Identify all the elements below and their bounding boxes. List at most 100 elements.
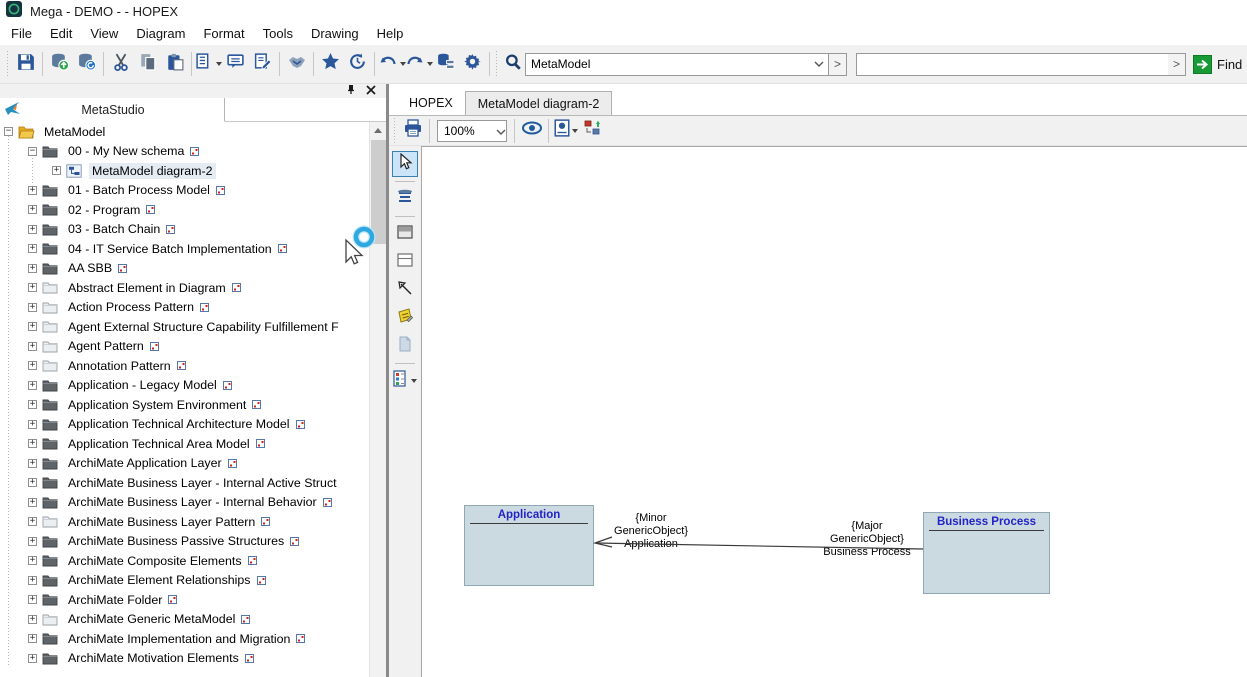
- tree-item[interactable]: −MetaModel: [0, 122, 369, 142]
- expand-icon[interactable]: +: [28, 420, 37, 429]
- tree-item[interactable]: +ArchiMate Composite Elements: [0, 551, 369, 571]
- comment-button[interactable]: [222, 51, 249, 78]
- menu-item-format[interactable]: Format: [194, 23, 253, 44]
- tree-item[interactable]: +ArchiMate Element Relationships: [0, 571, 369, 591]
- scroll-tool-button[interactable]: [392, 186, 418, 212]
- expand-icon[interactable]: +: [28, 264, 37, 273]
- settings-button[interactable]: [459, 51, 486, 78]
- expand-icon[interactable]: +: [28, 225, 37, 234]
- menu-item-edit[interactable]: Edit: [41, 23, 81, 44]
- tree-item[interactable]: +01 - Batch Process Model: [0, 181, 369, 201]
- tree-item[interactable]: +ArchiMate Generic MetaModel: [0, 610, 369, 630]
- menu-item-view[interactable]: View: [81, 23, 127, 44]
- expand-icon[interactable]: +: [28, 361, 37, 370]
- expand-icon[interactable]: +: [28, 439, 37, 448]
- visibility-button[interactable]: [518, 117, 545, 144]
- database-refresh-button[interactable]: [73, 51, 100, 78]
- expand-icon[interactable]: +: [28, 576, 37, 585]
- expand-icon[interactable]: +: [28, 595, 37, 604]
- expand-icon[interactable]: +: [28, 244, 37, 253]
- page-tool-button[interactable]: [392, 333, 418, 359]
- diagram-canvas[interactable]: Application Business Process {Minor Gene…: [421, 146, 1247, 677]
- tab-metamodel-diagram-2[interactable]: MetaModel diagram-2: [465, 91, 613, 115]
- tab-metastudio[interactable]: MetaStudio: [0, 98, 225, 122]
- history-button[interactable]: [344, 51, 371, 78]
- tree-item[interactable]: +04 - IT Service Batch Implementation: [0, 239, 369, 259]
- tree-item[interactable]: +03 - Batch Chain: [0, 220, 369, 240]
- tree-item[interactable]: +Annotation Pattern: [0, 356, 369, 376]
- expand-icon[interactable]: +: [28, 654, 37, 663]
- tree-item[interactable]: +Action Process Pattern: [0, 298, 369, 318]
- tree-item[interactable]: +Application - Legacy Model: [0, 376, 369, 396]
- tree-item[interactable]: +ArchiMate Business Passive Structures: [0, 532, 369, 552]
- tree-item[interactable]: +ArchiMate Business Layer - Internal Act…: [0, 473, 369, 493]
- zoom-combobox[interactable]: 100%: [437, 120, 507, 142]
- menu-item-drawing[interactable]: Drawing: [302, 23, 368, 44]
- handshake-button[interactable]: [283, 51, 310, 78]
- tree-item[interactable]: +Abstract Element in Diagram: [0, 278, 369, 298]
- business-process-box[interactable]: Business Process: [923, 512, 1050, 594]
- menu-item-file[interactable]: File: [2, 23, 41, 44]
- favorites-button[interactable]: [317, 51, 344, 78]
- tree-item[interactable]: +Agent External Structure Capability Ful…: [0, 317, 369, 337]
- tree-item[interactable]: +ArchiMate Business Layer - Internal Beh…: [0, 493, 369, 513]
- edit-document-button[interactable]: [249, 51, 276, 78]
- pin-icon[interactable]: [346, 82, 356, 100]
- expand-icon[interactable]: +: [28, 498, 37, 507]
- tree-item[interactable]: +MetaModel diagram-2: [0, 161, 369, 181]
- collapse-icon[interactable]: −: [28, 147, 37, 156]
- menu-item-help[interactable]: Help: [368, 23, 413, 44]
- menu-item-tools[interactable]: Tools: [254, 23, 302, 44]
- tree-item[interactable]: +Agent Pattern: [0, 337, 369, 357]
- application-box[interactable]: Application: [464, 505, 594, 586]
- find-go-button[interactable]: >: [1168, 53, 1186, 76]
- database-copy-button[interactable]: [432, 51, 459, 78]
- cut-button[interactable]: [107, 51, 134, 78]
- diagram-update-button[interactable]: [579, 117, 606, 144]
- expand-icon[interactable]: +: [28, 205, 37, 214]
- find-input[interactable]: [857, 54, 1168, 75]
- expand-icon[interactable]: +: [28, 556, 37, 565]
- scrollbar-thumb[interactable]: [371, 140, 386, 244]
- empty-box-tool-button[interactable]: [392, 249, 418, 275]
- expand-icon[interactable]: +: [28, 478, 37, 487]
- tree-item[interactable]: +ArchiMate Implementation and Migration: [0, 629, 369, 649]
- window-list-button[interactable]: [195, 51, 222, 78]
- search-combo-chevron-icon[interactable]: [810, 54, 828, 75]
- tree-item[interactable]: +02 - Program: [0, 200, 369, 220]
- copy-button[interactable]: [134, 51, 161, 78]
- expand-icon[interactable]: +: [28, 537, 37, 546]
- diagram-toolbar-grip[interactable]: [392, 118, 396, 144]
- tree-item[interactable]: +Application Technical Architecture Mode…: [0, 415, 369, 435]
- expand-icon[interactable]: +: [52, 166, 61, 175]
- toolbar-grip[interactable]: [5, 51, 9, 77]
- collapse-icon[interactable]: −: [4, 127, 13, 136]
- find-button[interactable]: Find: [1193, 55, 1242, 74]
- expand-icon[interactable]: +: [28, 615, 37, 624]
- search-toolbar-grip[interactable]: [494, 51, 498, 77]
- window-options-button[interactable]: [552, 117, 579, 144]
- find-field[interactable]: [856, 53, 1168, 76]
- save-button[interactable]: [12, 51, 39, 78]
- tree-item[interactable]: +AA SBB: [0, 259, 369, 279]
- undo-button[interactable]: [378, 51, 405, 78]
- expand-icon[interactable]: +: [28, 303, 37, 312]
- tree-scrollbar[interactable]: [369, 122, 386, 677]
- tree-item[interactable]: +ArchiMate Motivation Elements: [0, 649, 369, 669]
- redo-button[interactable]: [405, 51, 432, 78]
- expand-icon[interactable]: +: [28, 381, 37, 390]
- print-button[interactable]: [399, 117, 426, 144]
- expand-icon[interactable]: +: [28, 322, 37, 331]
- tree-item[interactable]: −00 - My New schema: [0, 142, 369, 162]
- close-icon[interactable]: [366, 82, 376, 100]
- connector-arrow-tool-button[interactable]: [392, 277, 418, 303]
- menu-item-diagram[interactable]: Diagram: [127, 23, 194, 44]
- expand-icon[interactable]: +: [28, 342, 37, 351]
- tree-item[interactable]: +ArchiMate Application Layer: [0, 454, 369, 474]
- scrollbar-up-arrow[interactable]: [370, 122, 386, 139]
- search-combobox[interactable]: [525, 53, 829, 76]
- zoom-chevron-icon[interactable]: [496, 124, 506, 138]
- paste-button[interactable]: [161, 51, 188, 78]
- tree-item[interactable]: +Application System Environment: [0, 395, 369, 415]
- tree-item[interactable]: +Application Technical Area Model: [0, 434, 369, 454]
